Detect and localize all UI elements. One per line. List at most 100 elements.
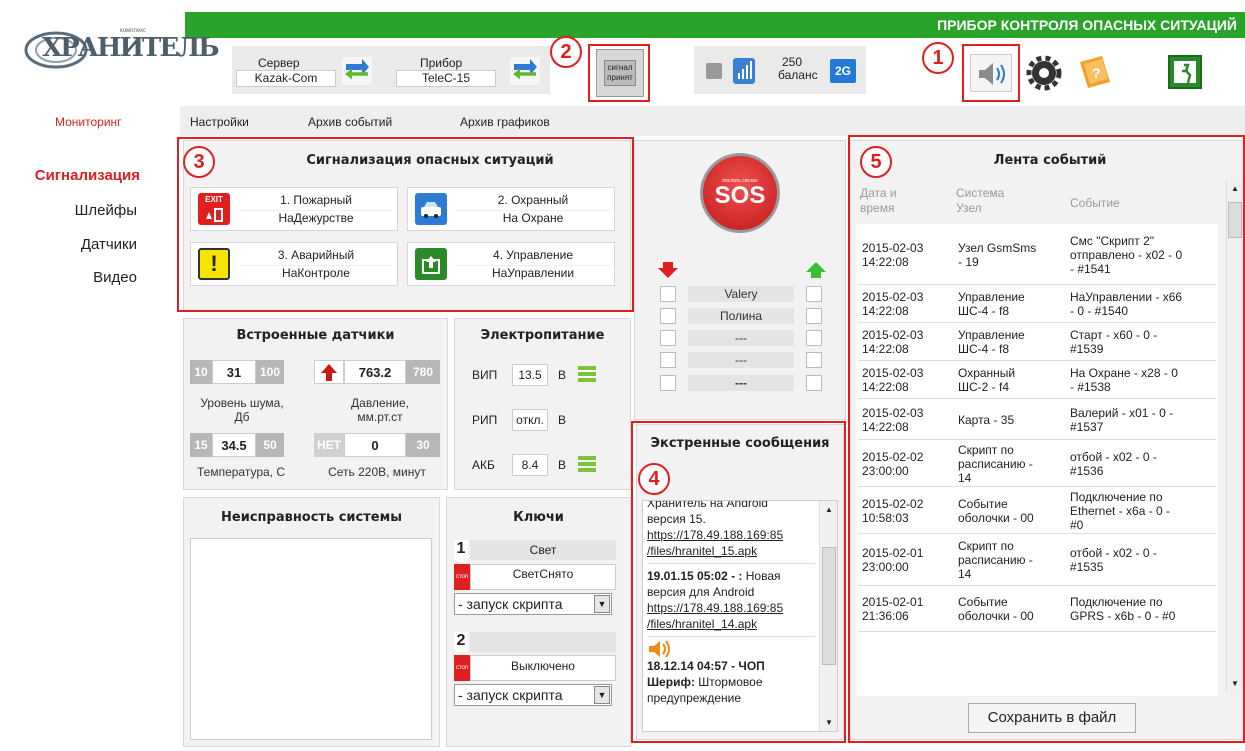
message-text: предупреждение (647, 691, 742, 705)
alarm-fire[interactable]: EXIT 1. Пожарный НаДежурстве (190, 187, 398, 231)
power-value: 13.5 (512, 364, 548, 386)
alarm-emergency-state: НаКонтроле (239, 265, 393, 280)
pressure-label: Давление, мм.рт.ст (351, 396, 409, 424)
event-text: отбой - x02 - 0 - #1536 (1070, 449, 1157, 478)
key-number: 1 (454, 540, 468, 562)
warning-icon: ! (198, 248, 230, 280)
event-system: Управление ШС-4 - f8 (958, 290, 1025, 318)
exit-icon[interactable] (1168, 55, 1202, 89)
user-out-checkbox[interactable] (806, 352, 822, 368)
save-to-file-button[interactable]: Сохранить в файл (968, 703, 1136, 733)
tab-event-archive[interactable]: Архив событий (308, 115, 392, 129)
net-min: НЕТ (314, 433, 344, 457)
arrow-down-icon (658, 262, 678, 278)
message-text: Новая (742, 569, 781, 583)
event-date: 2015-02-02 10:58:03 (862, 496, 924, 525)
event-row: 2015-02-03 14:22:08 Управление ШС-4 - f8 С… (858, 323, 1216, 361)
user-in-checkbox[interactable] (660, 352, 676, 368)
events-header-event: Событие (1070, 196, 1120, 210)
faults-list (190, 538, 432, 740)
sos-button[interactable]: послать сигнал SOS (700, 153, 780, 233)
event-row: 2015-02-03 14:22:08 Узел GsmSms - 19 Смс "… (858, 224, 1216, 285)
help-book-icon[interactable]: ? (1074, 52, 1116, 92)
user-in-checkbox[interactable] (660, 375, 676, 391)
key-script-select[interactable]: - запуск скрипта ▼ (454, 593, 612, 615)
scroll-thumb[interactable] (1228, 202, 1242, 238)
net-max: 30 (406, 433, 440, 457)
scroll-thumb[interactable] (822, 547, 836, 665)
key-stop-button[interactable]: стоп (454, 564, 470, 590)
user-name: --- (688, 330, 794, 346)
key-script-value: - запуск скрипта (458, 687, 563, 703)
scroll-up-icon[interactable]: ▲ (820, 505, 837, 514)
temp-min: 15 (190, 433, 212, 457)
sidebar-item-loops[interactable]: Шлейфы (0, 202, 137, 219)
user-in-checkbox[interactable] (660, 286, 676, 302)
sound-icon[interactable] (970, 54, 1012, 92)
signal-received-button[interactable]: сигнал принят (596, 49, 644, 97)
event-row: 2015-02-03 14:22:08 Карта - 35 Валерий - x… (858, 399, 1216, 440)
device-sync-icon[interactable] (510, 57, 540, 85)
alarm-emergency[interactable]: ! 3. Аварийный НаКонтроле (190, 242, 398, 286)
key-number: 2 (454, 632, 468, 654)
message-link[interactable]: /files/hranitel_15.apk (647, 544, 757, 558)
event-system: Охранный ШС-2 - f4 (958, 366, 1016, 394)
key-state: Выключено (470, 655, 616, 681)
user-in-checkbox[interactable] (660, 330, 676, 346)
power-unit: В (558, 368, 567, 382)
event-system: Карта - 35 (958, 412, 1015, 427)
user-out-checkbox[interactable] (806, 286, 822, 302)
scroll-up-icon[interactable]: ▲ (1227, 184, 1243, 193)
messages-scrollbar[interactable]: ▲ ▼ (819, 501, 837, 731)
event-text: Подключение по GPRS - x6b - 0 - #0 (1070, 595, 1176, 623)
event-row: 2015-02-03 14:22:08 Управление ШС-4 - f8 Н… (858, 285, 1216, 323)
user-out-checkbox[interactable] (806, 375, 822, 391)
key-script-value: - запуск скрипта (458, 596, 563, 612)
user-out-checkbox[interactable] (806, 330, 822, 346)
key-stop-button[interactable]: стоп (454, 655, 470, 681)
keys-panel (446, 497, 631, 747)
net-value: 0 (344, 433, 406, 457)
tab-monitoring-label[interactable]: Мониторинг (55, 115, 122, 129)
alarms-title: Сигнализация опасных ситуаций (306, 153, 554, 168)
user-in-checkbox[interactable] (660, 308, 676, 324)
event-text: Смс "Скрипт 2" отправлено - x02 - 0 - #1… (1070, 233, 1183, 276)
tab-chart-archive[interactable]: Архив графиков (460, 115, 550, 129)
alarm-control-state: НаУправлении (456, 265, 610, 280)
event-date: 2015-02-01 21:36:06 (862, 595, 924, 623)
sidebar-item-sensors[interactable]: Датчики (0, 236, 137, 253)
tab-bar (0, 106, 1245, 136)
key-script-select[interactable]: - запуск скрипта ▼ (454, 684, 612, 706)
events-scrollbar[interactable]: ▲ ▼ (1226, 180, 1242, 692)
message-link[interactable]: https://178.49.188.169:85 (647, 601, 783, 615)
gear-icon[interactable] (1024, 54, 1064, 92)
signal-button-label: сигнал принят (604, 60, 636, 86)
alarm-control[interactable]: 4. Управление НаУправлении (407, 242, 615, 286)
message-link[interactable]: /files/hranitel_14.apk (647, 617, 757, 631)
noise-label: Уровень шума, Дб (200, 396, 284, 424)
balance-value: 250 (782, 55, 803, 69)
user-out-checkbox[interactable] (806, 308, 822, 324)
user-name: --- (688, 375, 794, 391)
logo: ХРАНИТЕЛЬ комплекс (20, 28, 220, 72)
tab-settings[interactable]: Настройки (190, 115, 249, 129)
temp-label: Температура, С (196, 465, 285, 479)
scroll-down-icon[interactable]: ▼ (820, 718, 837, 727)
key-state: СветСнято (470, 564, 616, 590)
scroll-down-icon[interactable]: ▼ (1227, 679, 1243, 688)
sidebar-item-video[interactable]: Видео (0, 269, 137, 286)
power-row: АКБ 8.4 В (462, 450, 612, 480)
message-header: 19.01.15 05:02 - : (647, 569, 743, 583)
event-text: Валерий - x01 - 0 - #1537 (1070, 405, 1174, 434)
server-sync-icon[interactable] (342, 57, 372, 85)
sidebar-item-alarms[interactable]: Сигнализация (0, 167, 140, 184)
callout-3: 3 (183, 146, 215, 178)
alarm-security[interactable]: 2. Охранный На Охране (407, 187, 615, 231)
alarm-emergency-name: 3. Аварийный (277, 248, 355, 262)
pressure-up-icon (314, 360, 344, 384)
sensors-title: Встроенные датчики (236, 328, 395, 343)
noise-max: 100 (256, 360, 284, 384)
power-value: 8.4 (512, 454, 548, 476)
message-link[interactable]: https://178.49.188.169:85 (647, 528, 783, 542)
temp-value: 34.5 (212, 433, 256, 457)
